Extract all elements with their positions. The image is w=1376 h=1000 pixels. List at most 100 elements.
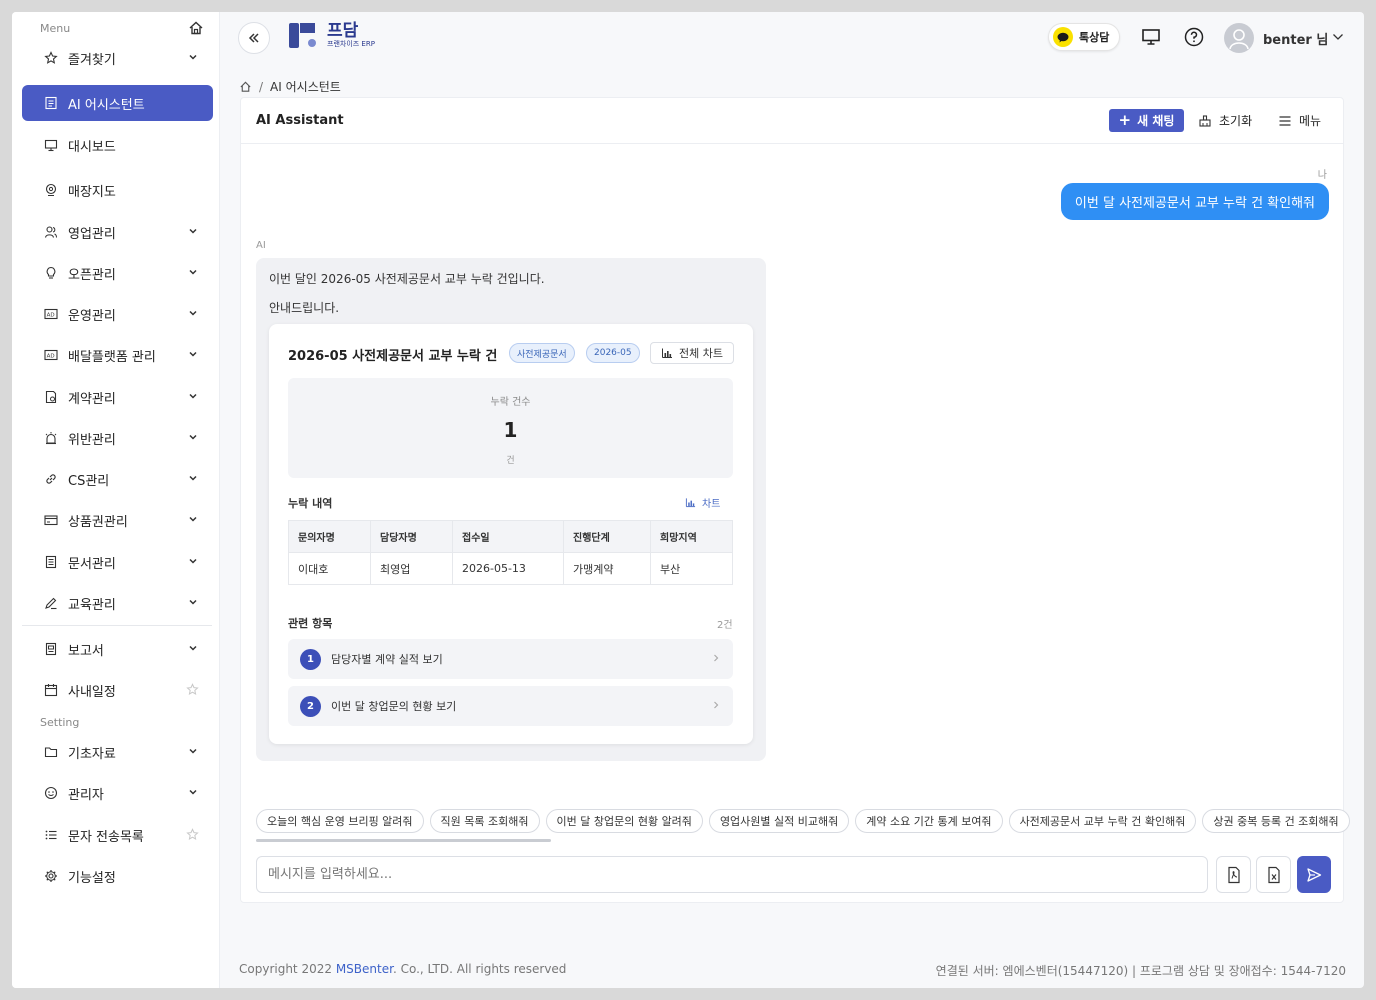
avatar[interactable] <box>1224 23 1254 53</box>
user-icon <box>1229 29 1249 50</box>
sidebar-item-label: 관리자 <box>68 787 104 803</box>
breadcrumb-current: AI 어시스턴트 <box>270 80 341 94</box>
sidebar-item-base-data[interactable]: 기초자료 <box>22 734 213 770</box>
sidebar-item-reports[interactable]: 보고서 <box>22 631 213 667</box>
suggestion-chip[interactable]: 사전제공문서 교부 누락 건 확인해줘 <box>1008 809 1197 833</box>
excel-file-icon <box>1267 866 1280 883</box>
logo-mark <box>289 20 319 50</box>
sidebar-item-label: 기능설정 <box>68 870 116 886</box>
send-button[interactable] <box>1297 856 1331 893</box>
table-cell: 2026-05-13 <box>452 552 564 585</box>
sidebar-item-label: 문자 전송목록 <box>68 829 144 845</box>
broom-icon <box>1199 114 1211 127</box>
link-icon <box>44 472 58 486</box>
app-frame: Menu 즐겨찾기 AI 어시스턴트 대시보드 매장지도 영업관리 오픈관리 A… <box>12 12 1364 988</box>
favorite-star-icon[interactable] <box>186 683 199 696</box>
ai-message-text: 이번 달인 2026-05 사전제공문서 교부 누락 건입니다. <box>269 272 545 286</box>
column-header: 진행단계 <box>563 520 651 553</box>
svg-text:AD: AD <box>47 354 55 360</box>
panel-title: AI Assistant <box>256 113 344 128</box>
sidebar-item-sms-list[interactable]: 문자 전송목록 <box>22 817 213 853</box>
sidebar-item-documents[interactable]: 문서관리 <box>22 544 213 580</box>
suggestion-chip[interactable]: 오늘의 핵심 운영 브리핑 알려줘 <box>256 809 424 833</box>
sidebar-item-label: 사내일정 <box>68 684 116 700</box>
map-pin-icon <box>44 183 58 197</box>
chevron-down-icon <box>187 266 199 278</box>
list-icon <box>44 828 58 842</box>
sidebar-item-contracts[interactable]: 계약관리 <box>22 379 213 415</box>
help-button[interactable] <box>1183 26 1205 48</box>
sidebar-item-label: 상품권관리 <box>68 514 128 530</box>
stat-label: 누락 건수 <box>490 397 531 408</box>
suggestion-chip[interactable]: 이번 달 창업문의 현황 알려줘 <box>545 809 703 833</box>
new-chat-button[interactable]: + 새 채팅 <box>1109 109 1184 132</box>
chevron-down-icon <box>187 348 199 360</box>
logo-title: 프담 <box>327 20 359 41</box>
copyright-text: Copyright 2022 <box>239 962 336 976</box>
sidebar-item-education[interactable]: 교육관리 <box>22 585 213 621</box>
sidebar-item-label: 문서관리 <box>68 556 116 572</box>
suggestion-chip[interactable]: 상권 중복 등록 건 조회해줘 <box>1202 809 1350 833</box>
stat-value: 1 <box>503 418 518 442</box>
user-name[interactable]: benter 님 <box>1263 29 1328 48</box>
sidebar-item-gift-cards[interactable]: 상품권관리 <box>22 502 213 538</box>
missing-list-table: 문의자명 담당자명 접수일 진행단계 희망지역 이대호 최영업 2026-05-… <box>288 520 733 585</box>
sidebar-item-cs[interactable]: CS관리 <box>22 461 213 497</box>
sidebar-collapse-button[interactable] <box>238 22 270 54</box>
chevron-down-icon <box>187 431 199 443</box>
missing-count-stat: 누락 건수 1 건 <box>288 378 733 478</box>
related-item[interactable]: 1 담당자별 계약 실적 보기 <box>288 639 733 679</box>
result-card: 2026-05 사전제공문서 교부 누락 건 사전제공문서 2026-05 전체… <box>269 324 753 744</box>
suggestion-chip[interactable]: 직원 목록 조회해줘 <box>429 809 540 833</box>
horizontal-scrollbar[interactable] <box>256 839 551 842</box>
sidebar-item-feature-settings[interactable]: 기능설정 <box>22 858 213 894</box>
chevron-down-icon[interactable] <box>1332 31 1344 43</box>
table-header-row: 문의자명 담당자명 접수일 진행단계 희망지역 <box>288 520 733 553</box>
setting-section-label: Setting <box>40 716 80 729</box>
home-icon[interactable] <box>188 20 204 36</box>
chat-menu-button[interactable]: 메뉴 <box>1278 112 1321 129</box>
kakao-consult-button[interactable]: 톡상담 <box>1048 23 1120 51</box>
related-item-label: 담당자별 계약 실적 보기 <box>331 653 443 666</box>
users-icon <box>44 225 58 239</box>
sidebar-item-admin[interactable]: 관리자 <box>22 775 213 811</box>
brand-link[interactable]: MSBenter <box>336 962 393 976</box>
chart-link[interactable]: 차트 <box>685 495 720 510</box>
chevron-down-icon <box>187 472 199 484</box>
sidebar-item-store-map[interactable]: 매장지도 <box>22 172 213 208</box>
related-item[interactable]: 2 이번 달 창업문의 현황 보기 <box>288 686 733 726</box>
sidebar-item-delivery-platform[interactable]: AD 배달플랫폼 관리 <box>22 337 213 373</box>
table-row[interactable]: 이대호 최영업 2026-05-13 가맹계약 부산 <box>288 552 733 585</box>
related-count: 2건 <box>717 620 733 631</box>
message-input[interactable] <box>256 856 1208 893</box>
favorite-star-icon[interactable] <box>186 828 199 841</box>
sidebar-divider <box>22 625 212 626</box>
sidebar-item-schedule[interactable]: 사내일정 <box>22 672 213 708</box>
attach-pdf-button[interactable] <box>1216 856 1251 893</box>
full-chart-button[interactable]: 전체 차트 <box>650 342 734 364</box>
home-icon[interactable] <box>239 80 252 93</box>
pen-icon <box>44 596 58 610</box>
contract-icon <box>44 390 58 404</box>
sidebar-item-label: 대시보드 <box>68 139 116 155</box>
footer-copyright: Copyright 2022 MSBenter. Co., LTD. All r… <box>239 962 566 976</box>
sender-label-ai: AI <box>256 240 266 251</box>
sidebar-item-favorites[interactable]: 즐겨찾기 <box>22 40 213 76</box>
sidebar-item-open[interactable]: 오픈관리 <box>22 255 213 291</box>
sidebar-item-violations[interactable]: 위반관리 <box>22 420 213 456</box>
suggestion-chip[interactable]: 계약 소요 기간 통계 보여줘 <box>855 809 1003 833</box>
app-logo[interactable]: 프담 프랜차이즈 ERP <box>289 20 375 50</box>
reset-button[interactable]: 초기화 <box>1198 112 1252 129</box>
alarm-icon <box>44 431 58 445</box>
card-icon <box>44 513 58 527</box>
double-chevron-left-icon <box>248 33 259 43</box>
attach-excel-button[interactable] <box>1256 856 1291 893</box>
suggestion-chip[interactable]: 영업사원별 실적 비교해줘 <box>708 809 850 833</box>
remote-support-button[interactable] <box>1140 26 1162 48</box>
sidebar-item-operations[interactable]: AD 운영관리 <box>22 296 213 332</box>
sidebar-item-ai-assistant[interactable]: AI 어시스턴트 <box>22 85 213 121</box>
reset-label: 초기화 <box>1219 114 1253 128</box>
sidebar-item-label: 영업관리 <box>68 226 116 242</box>
sidebar-item-sales[interactable]: 영업관리 <box>22 214 213 250</box>
sidebar-item-dashboard[interactable]: 대시보드 <box>22 127 213 163</box>
